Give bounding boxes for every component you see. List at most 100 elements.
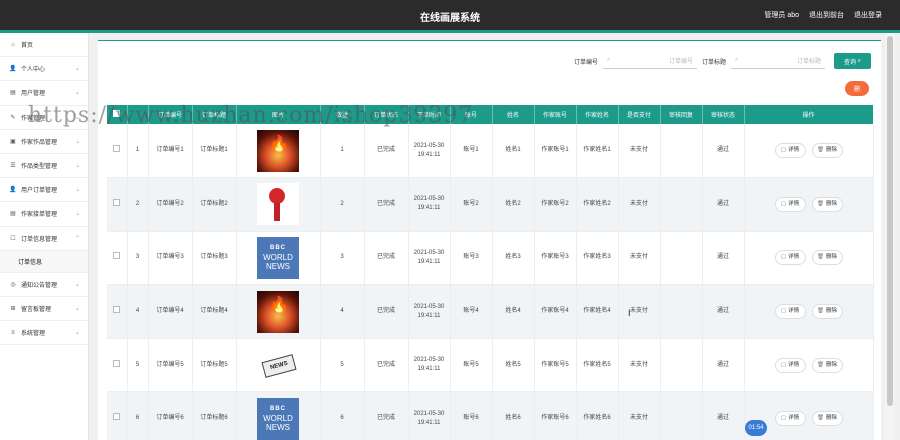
delete-button[interactable]: 🗑 删除 [811,304,843,320]
writer-name-cell: 作家姓名2 [576,177,619,232]
row-checkbox[interactable] [113,359,121,367]
sidebar-item-label: 用户订单管理 [21,188,58,195]
row-checkbox[interactable] [113,198,121,206]
audit-reply-cell [660,177,703,232]
table-row: 2 订单编号2 订单标题2 2 已完成 2021-05-30 19:41:11 账号2 姓名2 作… [107,177,874,232]
order-title-cell: 订单标题2 [192,177,237,232]
order-title-placeholder: 订单标题 [796,59,821,65]
front-link[interactable]: 退出到前台 [809,10,844,20]
order-title-cell: 订单标题6 [192,391,237,440]
sidebar-item[interactable]: ☐ 订单信息管理 ⌃ [0,227,88,251]
sidebar-item[interactable]: ☰ 作品类型管理 ⌄ [0,154,88,179]
paid-cell: 未支付 [618,231,661,286]
row-checkbox-cell[interactable] [107,124,128,179]
paid-cell: 未支付 [618,391,661,440]
row-checkbox-cell[interactable] [107,231,128,286]
order-time: 19:41:11 [417,205,441,212]
detail-button[interactable]: ▢ 详情 [774,357,806,373]
quantity-cell: 2 [320,177,365,232]
sidebar-item-label: 用户管理 [21,91,46,98]
sidebar-item[interactable]: ▣ 作家作品管理 ⌄ [0,130,88,154]
delete-button[interactable]: 🗑 删除 [811,411,843,427]
actions-cell: ▢ 详情 🗑 删除 [744,284,874,339]
row-checkbox-cell[interactable] [107,338,128,393]
artwork-thumbnail[interactable] [257,344,299,387]
logout-link[interactable]: 退出登录 [854,10,882,20]
row-checkbox-cell[interactable] [107,284,128,339]
image-cell: BBC WORLD NEWS [236,231,321,286]
detail-icon: ▢ [780,200,787,207]
row-checkbox[interactable] [113,145,121,153]
sidebar-item[interactable]: ≡ 系统管理 ⌄ [0,321,88,346]
sidebar-item[interactable]: ▤ 作家接单管理 ⌄ [0,202,88,227]
sidebar-item[interactable]: ◎ 通知公告管理 ⌄ [0,273,88,297]
order-date: 2021-05-30 [413,196,445,203]
artwork-thumbnail[interactable] [257,183,299,226]
sidebar-item[interactable]: 👤 用户订单管理 ⌄ [0,178,88,203]
sidebar-item[interactable]: ⊞ 留言板管理 ⌄ [0,297,88,322]
sidebar-item-label: 作品类型管理 [21,164,58,171]
detail-button-label: 详情 [788,361,800,368]
artwork-thumbnail[interactable] [257,129,299,172]
trash-icon: 🗑 [817,200,824,207]
account-cell: 账号4 [450,284,493,339]
chevron-down-icon: ⌄ [74,211,80,218]
column-header: 审核状态 [702,105,745,124]
user-icon: 👤 [9,66,17,73]
detail-button[interactable]: ▢ 详情 [774,304,806,320]
order-title-input[interactable]: ⌕ 订单标题 [731,54,825,69]
batch-delete-button[interactable]: 删 [845,81,869,96]
chevron-down-icon: ⌄ [74,187,80,194]
artwork-thumbnail[interactable] [257,290,299,333]
writer-account-cell: 作家账号1 [534,124,577,179]
artwork-thumbnail[interactable]: BBC WORLD NEWS [257,236,299,279]
accent-line [0,30,900,33]
row-checkbox-cell[interactable] [107,391,128,440]
delete-button[interactable]: 🗑 删除 [811,143,843,159]
delete-button-label: 删除 [825,147,837,154]
artwork-thumbnail[interactable]: BBC WORLD NEWS [257,397,299,440]
detail-icon: ▢ [780,415,787,422]
float-timer-badge[interactable]: 01:54 [745,420,767,436]
query-button[interactable]: 查询 ⌕ [834,53,871,69]
writer-account-cell: 作家账号5 [534,338,577,393]
detail-button-label: 详情 [788,147,800,154]
sidebar-subitem-order-info[interactable]: 订单信息 [0,250,88,273]
detail-button[interactable]: ▢ 详情 [774,411,806,427]
row-checkbox[interactable] [113,306,121,314]
scrollbar-thumb[interactable] [887,36,893,406]
row-checkbox[interactable] [113,413,121,421]
delete-button[interactable]: 🗑 删除 [811,196,843,212]
order-status-cell: 已完成 [364,338,409,393]
sidebar-item-label: 个人中心 [21,67,46,74]
account-cell: 账号5 [450,338,493,393]
sidebar-item[interactable]: ▤ 用户管理 ⌄ [0,81,88,106]
writer-account-cell: 作家账号3 [534,231,577,286]
table-row: 3 订单编号3 订单标题3 BBC WORLD NEWS 3 已完成 2021-05-30 19:… [107,231,874,286]
delete-button[interactable]: 🗑 删除 [811,357,843,373]
sidebar-item[interactable]: ⌂ 首页 [0,33,88,58]
chevron-down-icon: ⌄ [74,90,80,97]
row-checkbox[interactable] [113,252,121,260]
detail-button[interactable]: ▢ 详情 [774,196,806,212]
sidebar: ⌂ 首页 👤 个人中心 ⌄ ▤ 用户管理 ⌄ ✎ 作家管理 ⌄ ▣ 作家作品管理 ⌄ ☰ 作品类型管理 ⌄ 👤 用户… [0,33,89,440]
paid-cell: 未支付 [618,338,661,393]
detail-button[interactable]: ▢ 详情 [774,143,806,159]
quantity-cell: 5 [320,338,365,393]
row-checkbox-cell[interactable] [107,177,128,232]
delete-button[interactable]: 🗑 删除 [811,250,843,266]
name-cell: 姓名6 [492,391,535,440]
sidebar-item[interactable]: 👤 个人中心 ⌄ [0,57,88,82]
search-bar: 订单编号 ⌕ 订单编号 订单标题 ⌕ 订单标题 查询 ⌕ [574,53,871,69]
detail-button[interactable]: ▢ 详情 [774,250,806,266]
column-header: 审核回复 [660,105,703,124]
column-header: 作家账号 [534,105,577,124]
writer-name-cell: 作家姓名4 [576,284,619,339]
row-index: 1 [127,124,149,179]
order-time: 19:41:11 [417,366,441,373]
paid-cell: 未支付 [618,124,661,179]
detail-icon: ▢ [780,254,787,261]
audit-status-cell: 通过 [702,177,745,232]
order-no-input[interactable]: ⌕ 订单编号 [602,54,697,69]
trash-icon: 🗑 [817,254,824,261]
